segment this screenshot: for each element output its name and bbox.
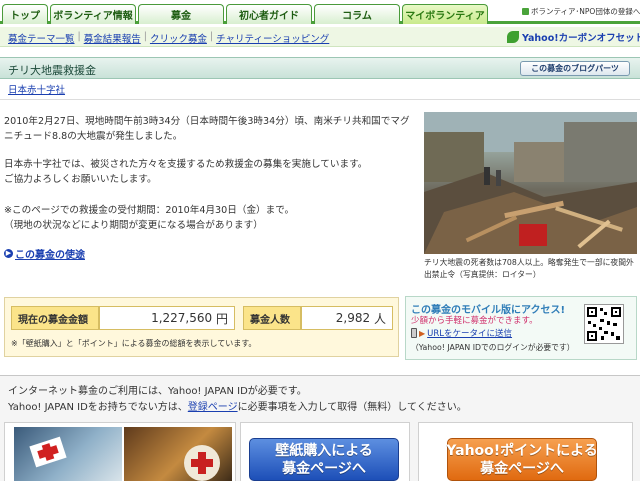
tab-top[interactable]: トップ	[2, 4, 48, 24]
description-paragraph-2: 日本赤十字社では、被災された方々を支援するため救援金の募集を実施しています。 ご…	[4, 157, 419, 187]
blog-parts-button[interactable]: この募金のブログパーツ	[520, 61, 630, 76]
register-org-label: ボランティア･NPO団体の登録へ	[531, 7, 640, 16]
red-cross-flag-photo	[14, 427, 122, 481]
text-line: ご協力よろしくお願いいたします。	[4, 174, 157, 185]
red-cross-emblem-photo	[124, 427, 232, 481]
mobile-subtitle: 少額から手軽に募金ができます。	[411, 316, 538, 326]
sub-navigation: 募金テーマ一覧 | 募金結果報告 | クリック募金 | チャリティーショッピング Ya…	[0, 27, 640, 47]
mobile-phone-icon	[411, 328, 417, 338]
button-label-line: Yahoo!ポイントによる	[446, 442, 598, 459]
people-label: 募金人数	[243, 306, 301, 330]
subnav-theme-list[interactable]: 募金テーマ一覧	[5, 31, 78, 45]
text-line: 日本赤十字社では、被災された方々を支援するため救援金の募集を実施しています。	[4, 159, 368, 170]
subnav-click-donation[interactable]: クリック募金	[147, 31, 210, 45]
registration-page-link[interactable]: 登録ページ	[188, 402, 238, 413]
amount-value: 1,227,560 円	[99, 306, 235, 330]
earthquake-photo	[424, 112, 637, 254]
id-notice-line-1: インターネット募金のご利用には、Yahoo! JAPAN IDが必要です。	[8, 386, 307, 397]
subnav-results-report[interactable]: 募金結果報告	[81, 31, 144, 45]
arrow-circle-icon: ▶	[4, 249, 13, 258]
text-line: ニチュード8.8の大地震が発生しました。	[4, 131, 183, 142]
divider	[0, 99, 640, 100]
top-navigation: トップ ボランティア情報 募金 初心者ガイド コラム マイボランティア ボランテ…	[0, 0, 640, 24]
id-notice-line-2: Yahoo! JAPAN IDをお持ちでない方は、登録ページに必要事項を入力して…	[8, 398, 467, 413]
description-paragraph-3: ※このページでの救援金の受付期間：2010年4月30日（金）まで。 （現地の状況…	[4, 203, 419, 233]
people-number: 2,982	[335, 311, 371, 325]
link-arrow-icon: ▶	[419, 328, 426, 338]
tab-donation[interactable]: 募金	[138, 4, 224, 24]
carbon-offset-label: Yahoo!カーボンオフセット	[522, 33, 640, 44]
register-org-link[interactable]: ボランティア･NPO団体の登録へ	[522, 6, 640, 17]
donation-summary: 現在の募金金額 1,227,560 円 募金人数 2,982 人 ※「壁紙購入」…	[4, 297, 399, 357]
mobile-note: （Yahoo! JAPAN IDでのログインが必要です）	[411, 343, 575, 352]
purpose-link[interactable]: ▶ この募金の使途	[4, 246, 85, 261]
red-cross-flag-icon	[29, 436, 67, 468]
tab-my-volunteer[interactable]: マイボランティア	[402, 4, 488, 24]
green-square-icon	[522, 8, 529, 15]
send-url-link[interactable]: ▶ URLをケータイに送信	[411, 327, 512, 339]
rubble-illustration	[424, 112, 637, 254]
id-notice-text: Yahoo! JAPAN IDをお持ちでない方は、	[8, 402, 188, 413]
tab-volunteer-info[interactable]: ボランティア情報	[50, 4, 136, 24]
people-unit: 人	[373, 311, 386, 326]
red-cross-emblem-icon	[184, 445, 220, 481]
text-line: 2010年2月27日、現地時間午前3時34分（日本時間午後3時34分）頃、南米チ…	[4, 116, 410, 127]
purpose-link-label: この募金の使途	[15, 250, 85, 261]
tab-column[interactable]: コラム	[314, 4, 400, 24]
organization-link[interactable]: 日本赤十字社	[8, 82, 65, 96]
description-paragraph-1: 2010年2月27日、現地時間午前3時34分（日本時間午後3時34分）頃、南米チ…	[4, 114, 419, 144]
button-label-line: 募金ページへ	[282, 460, 366, 477]
id-notice-text: に必要事項を入力して取得（無料）してください。	[237, 402, 467, 413]
wallpaper-donation-button[interactable]: 壁紙購入による 募金ページへ	[249, 438, 399, 481]
people-value: 2,982 人	[301, 306, 393, 330]
points-donation-button[interactable]: Yahoo!ポイントによる 募金ページへ	[446, 438, 598, 481]
campaign-title-bar: チリ大地震救援金 この募金のブログパーツ	[0, 57, 640, 79]
qr-code-icon	[584, 304, 624, 344]
subnav-charity-shopping[interactable]: チャリティーショッピング	[213, 31, 332, 45]
amount-number: 1,227,560	[151, 311, 213, 325]
amount-label: 現在の募金金額	[11, 306, 99, 330]
amount-note: ※「壁紙購入」と「ポイント」による募金の総額を表示しています。	[11, 339, 257, 348]
photo-caption: チリ大地震の死者数は708人以上。略奪発生で一部に夜間外出禁止令（写真提供：ロイ…	[424, 258, 634, 279]
amount-unit: 円	[215, 311, 228, 326]
text-line: （現地の状況などにより期間が変更になる場合があります）	[4, 220, 263, 231]
button-label-line: 壁紙購入による	[275, 442, 373, 459]
tab-beginner-guide[interactable]: 初心者ガイド	[226, 4, 312, 24]
text-line: ※このページでの救援金の受付期間：2010年4月30日（金）まで。	[4, 205, 295, 216]
send-url-label: URLをケータイに送信	[427, 329, 513, 339]
button-label-line: 募金ページへ	[480, 460, 564, 477]
leaf-icon	[507, 31, 519, 43]
carbon-offset-link[interactable]: Yahoo!カーボンオフセット	[507, 30, 640, 44]
page-title: チリ大地震救援金	[8, 64, 96, 77]
